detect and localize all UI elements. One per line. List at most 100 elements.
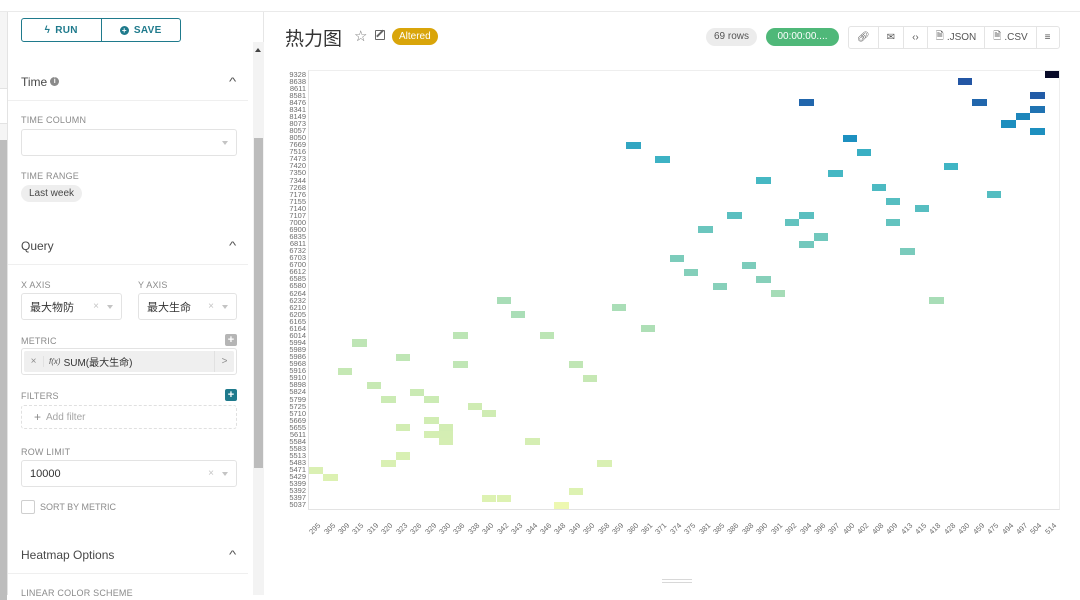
heatmap-cell[interactable] <box>409 388 425 396</box>
heatmap-cell[interactable] <box>1015 113 1031 121</box>
resize-handle[interactable] <box>662 579 692 583</box>
email-button[interactable]: ✉ <box>879 27 905 48</box>
add-metric-icon[interactable]: + <box>225 334 237 346</box>
heatmap-cell[interactable] <box>424 417 439 425</box>
chevron-up-icon[interactable]: ^ <box>229 76 236 88</box>
heatmap-cell[interactable] <box>698 226 713 234</box>
y-axis-select[interactable]: 最大生命 × <box>138 293 237 320</box>
embed-code-button[interactable]: ‹› <box>904 27 928 48</box>
heatmap-cell[interactable] <box>684 268 699 276</box>
scrollbar-thumb[interactable] <box>254 138 263 468</box>
heatmap-cell[interactable] <box>914 205 930 213</box>
heatmap-cell[interactable] <box>1001 120 1016 128</box>
metric-select[interactable]: × f(x) SUM(最大生命) > <box>21 348 237 375</box>
heatmap-cell[interactable] <box>799 212 814 220</box>
more-menu-button[interactable]: ≡ <box>1037 27 1059 48</box>
edit-icon[interactable] <box>375 30 385 40</box>
heatmap-cell[interactable] <box>510 311 526 319</box>
info-icon[interactable]: i <box>50 77 60 86</box>
heatmap-cell[interactable] <box>669 254 684 262</box>
altered-badge[interactable]: Altered <box>392 28 438 45</box>
heatmap-cell[interactable] <box>381 459 396 467</box>
heatmap-cell[interactable] <box>482 410 497 418</box>
heatmap-cell[interactable] <box>539 332 555 340</box>
add-filter-icon[interactable]: + <box>225 389 237 401</box>
heatmap-cell[interactable] <box>496 297 511 305</box>
heatmap-cell[interactable] <box>395 353 410 361</box>
heatmap-cell[interactable] <box>958 78 973 86</box>
heatmap-cell[interactable] <box>986 191 1002 199</box>
time-column-select[interactable] <box>21 129 237 156</box>
section-heatmap-header[interactable]: Heatmap Options ^ <box>8 536 248 574</box>
clear-icon[interactable]: × <box>208 301 214 312</box>
heatmap-cell[interactable] <box>611 304 627 312</box>
section-query-header[interactable]: Query ^ <box>8 227 248 265</box>
heatmap-cell[interactable] <box>640 325 656 333</box>
heatmap-cell[interactable] <box>352 339 367 347</box>
copy-link-button[interactable]: 🔗︎ <box>849 27 879 48</box>
left-pane-tab[interactable] <box>0 88 8 124</box>
heatmap-cell[interactable] <box>929 297 944 305</box>
heatmap-cell[interactable] <box>1044 71 1059 79</box>
time-range-pill[interactable]: Last week <box>21 185 83 202</box>
heatmap-cell[interactable] <box>784 219 800 227</box>
heatmap-cell[interactable] <box>871 184 886 192</box>
row-limit-select[interactable]: 10000 × <box>21 460 237 487</box>
remove-metric-icon[interactable]: × <box>24 356 44 367</box>
heatmap-cell[interactable] <box>655 155 670 163</box>
run-button[interactable]: ϟ RUN <box>22 19 101 41</box>
heatmap-cell[interactable] <box>424 431 439 439</box>
heatmap-cell[interactable] <box>885 198 901 206</box>
heatmap-cell[interactable] <box>366 381 382 389</box>
heatmap-cell[interactable] <box>597 459 612 467</box>
heatmap-cell[interactable] <box>1030 127 1045 135</box>
heatmap-cell[interactable] <box>381 395 396 404</box>
left-pane-scrollbar[interactable] <box>0 140 7 600</box>
heatmap-cell[interactable] <box>972 99 987 107</box>
chart-title[interactable]: 热力图 <box>285 24 342 51</box>
heatmap-cell[interactable] <box>900 247 915 255</box>
clear-icon[interactable]: × <box>208 468 214 479</box>
heatmap-cell[interactable] <box>438 431 454 439</box>
heatmap-cell[interactable] <box>525 438 540 446</box>
x-axis-select[interactable]: 最大物防 × <box>21 293 122 320</box>
heatmap-cell[interactable] <box>438 438 454 446</box>
export-csv-button[interactable]: 🗎 .CSV <box>985 27 1037 48</box>
heatmap-cell[interactable] <box>568 360 584 368</box>
heatmap-cell[interactable] <box>424 395 439 404</box>
chevron-up-icon[interactable]: ^ <box>229 240 236 252</box>
heatmap-cell[interactable] <box>799 240 814 248</box>
heatmap-cell[interactable] <box>309 466 324 474</box>
chevron-right-icon[interactable]: > <box>214 351 234 372</box>
heatmap-cell[interactable] <box>554 501 569 509</box>
heatmap-cell[interactable] <box>438 424 454 432</box>
heatmap-cell[interactable] <box>467 403 483 411</box>
scroll-up-arrow-icon[interactable] <box>255 48 261 52</box>
heatmap-cell[interactable] <box>323 473 338 481</box>
heatmap-cell[interactable] <box>712 282 728 290</box>
heatmap-cell[interactable] <box>1030 106 1045 114</box>
heatmap-cell[interactable] <box>828 169 843 177</box>
clear-icon[interactable]: × <box>93 301 99 312</box>
chevron-up-icon[interactable]: ^ <box>229 549 236 561</box>
sort-by-metric-checkbox[interactable] <box>21 500 35 514</box>
heatmap-cell[interactable] <box>568 487 584 495</box>
heatmap-cell[interactable] <box>756 275 771 283</box>
heatmap-cell[interactable] <box>799 99 814 107</box>
save-button[interactable]: + SAVE <box>100 19 181 41</box>
panel-scrollbar[interactable] <box>253 42 264 595</box>
star-icon[interactable]: ☆ <box>354 27 367 45</box>
heatmap-cell[interactable] <box>943 162 959 170</box>
heatmap-cell[interactable] <box>741 261 757 269</box>
export-json-button[interactable]: 🗎 .JSON <box>928 27 986 48</box>
heatmap-cell[interactable] <box>885 219 901 227</box>
heatmap-cell[interactable] <box>770 290 785 298</box>
section-time-header[interactable]: Time i ^ <box>8 63 248 101</box>
heatmap-cell[interactable] <box>496 494 511 502</box>
heatmap-cell[interactable] <box>626 141 641 149</box>
heatmap-cell[interactable] <box>395 424 410 432</box>
heatmap-cell[interactable] <box>1030 92 1045 100</box>
heatmap-cell[interactable] <box>813 233 829 241</box>
heatmap-cell[interactable] <box>482 494 497 502</box>
sort-by-metric-row[interactable]: SORT BY METRIC <box>21 500 116 514</box>
